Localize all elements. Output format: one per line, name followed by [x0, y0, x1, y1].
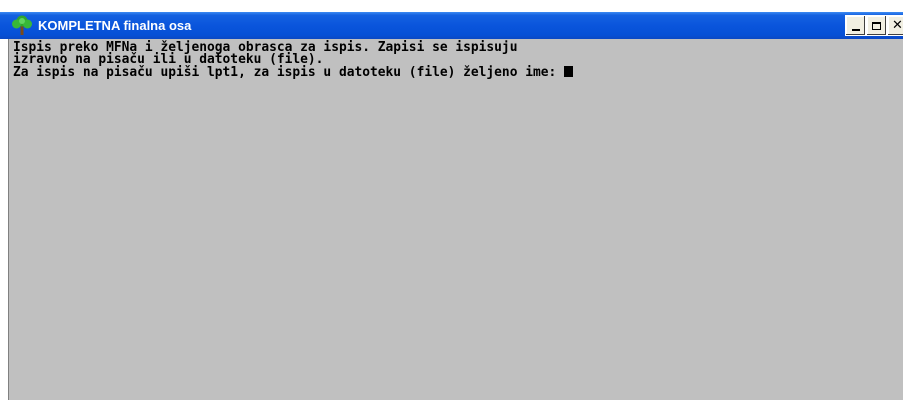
console-window: KOMPLETNA finalna osa ✕ Ispis preko MFNa… — [0, 0, 903, 400]
close-button[interactable]: ✕ — [887, 15, 903, 36]
title-bar[interactable]: KOMPLETNA finalna osa ✕ — [0, 12, 903, 39]
minimize-icon — [851, 28, 860, 31]
maximize-icon — [872, 21, 881, 30]
minimize-button[interactable] — [845, 15, 866, 36]
maximize-button[interactable] — [866, 15, 887, 36]
console-prompt: Za ispis na pisaču upiši lpt1, za ispis … — [13, 65, 565, 80]
console-output: Ispis preko MFNa i željenoga obrasca za … — [13, 41, 574, 80]
tree-icon — [12, 15, 32, 35]
console-prompt-line[interactable]: Za ispis na pisaču upiši lpt1, za ispis … — [13, 65, 574, 80]
close-icon: ✕ — [892, 18, 903, 33]
window-left-border — [0, 39, 9, 400]
console-area[interactable]: Ispis preko MFNa i željenoga obrasca za … — [9, 39, 903, 400]
text-cursor — [564, 66, 574, 77]
window-title: KOMPLETNA finalna osa — [38, 18, 192, 33]
